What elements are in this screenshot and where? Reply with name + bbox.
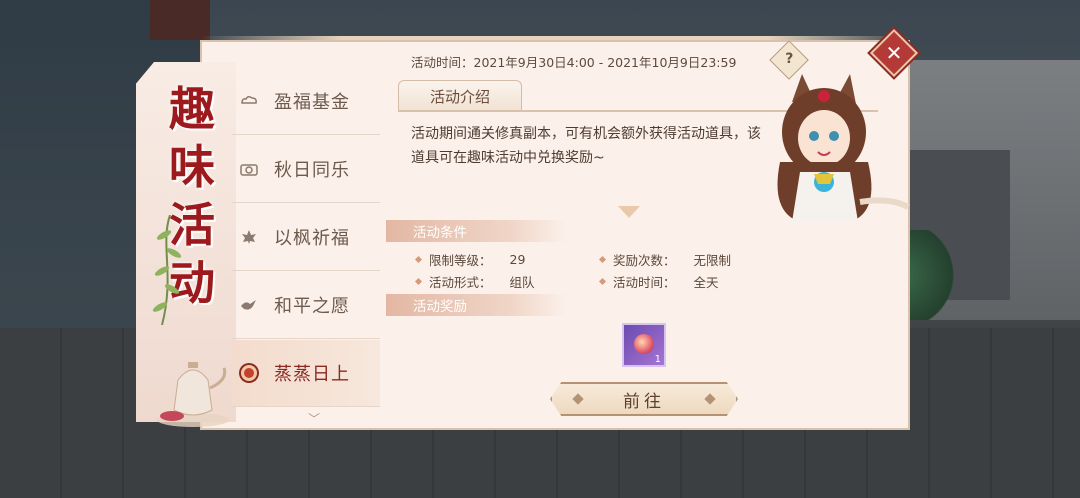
banner-title-char: 趣 — [169, 82, 215, 136]
sidebar-item-rising[interactable]: 蒸蒸日上 — [232, 340, 380, 407]
bullet-icon — [414, 255, 423, 264]
go-button[interactable]: 前往 — [550, 382, 738, 416]
sidebar-item-label: 以枫祈福 — [274, 228, 350, 249]
treasure-item-icon — [634, 334, 654, 354]
diamond-ornament-icon — [572, 393, 584, 405]
sidebar-item-label: 秋日同乐 — [274, 160, 350, 181]
bullet-icon — [598, 277, 607, 286]
condition-value: 全天 — [693, 275, 719, 290]
fox-girl-character — [777, 74, 910, 222]
activity-sidebar: 盈福基金 秋日同乐 以枫祈福 和平之愿 蒸蒸日上 — [232, 68, 380, 414]
condition-key: 奖励次数： — [613, 253, 676, 268]
sidebar-item-label: 和平之愿 — [274, 296, 350, 317]
bullet-icon — [598, 255, 607, 264]
reward-item-count: 1 — [654, 354, 661, 365]
condition-time: 活动时间： 全天 — [598, 272, 719, 291]
condition-key: 活动时间： — [613, 275, 676, 290]
background-lantern — [150, 0, 210, 40]
condition-value: 29 — [509, 252, 526, 267]
sidebar-item-label: 蒸蒸日上 — [274, 364, 350, 385]
cloud-scroll-icon — [238, 90, 260, 112]
question-mark-icon: ? — [785, 51, 794, 68]
tab-activity-intro[interactable]: 活动介绍 — [398, 80, 522, 111]
sidebar-item-fund[interactable]: 盈福基金 — [232, 68, 380, 135]
teapot-decoration — [157, 362, 229, 427]
willow-vine-decoration — [152, 215, 182, 325]
banner-title-char: 味 — [169, 140, 215, 194]
condition-format: 活动形式： 组队 — [414, 272, 535, 291]
sun-disc-icon — [238, 362, 260, 384]
reward-item-slot[interactable]: 1 — [622, 323, 666, 367]
condition-value: 组队 — [509, 275, 535, 290]
dove-icon — [238, 294, 260, 316]
bullet-icon — [414, 277, 423, 286]
sidebar-scroll-down-icon[interactable]: ﹀ — [308, 410, 320, 427]
close-icon: ✕ — [885, 41, 903, 65]
conditions-header: 活动条件 — [386, 220, 566, 242]
camera-icon — [238, 158, 260, 180]
sidebar-item-peace-wish[interactable]: 和平之愿 — [232, 272, 380, 339]
condition-level: 限制等级： 29 — [414, 250, 526, 269]
rewards-header: 活动奖励 — [386, 294, 566, 316]
maple-leaf-icon — [238, 226, 260, 248]
condition-key: 活动形式： — [429, 275, 492, 290]
go-button-label: 前往 — [623, 391, 665, 412]
sidebar-item-maple-blessing[interactable]: 以枫祈福 — [232, 204, 380, 271]
condition-key: 限制等级： — [429, 253, 492, 268]
sidebar-item-autumn-fun[interactable]: 秋日同乐 — [232, 136, 380, 203]
diamond-ornament-icon — [704, 393, 716, 405]
activity-time: 活动时间：2021年9月30日4:00 - 2021年10月9日23:59 — [411, 55, 737, 70]
sidebar-item-label: 盈福基金 — [274, 92, 350, 113]
condition-value: 无限制 — [693, 253, 732, 268]
intro-description: 活动期间通关修真副本，可有机会额外获得活动道具，该道具可在趣味活动中兑换奖励~ — [411, 126, 761, 166]
condition-reward-count: 奖励次数： 无限制 — [598, 250, 732, 269]
